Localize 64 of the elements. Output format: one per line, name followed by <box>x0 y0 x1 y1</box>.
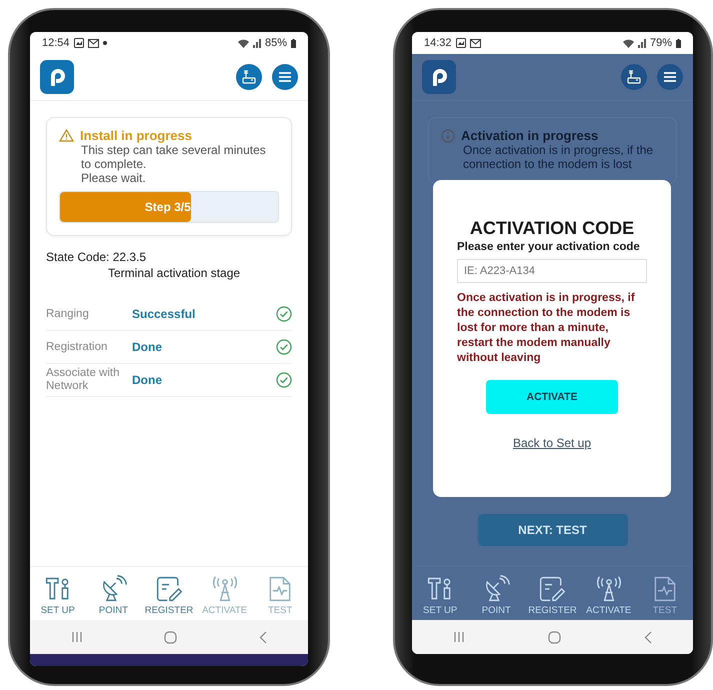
alert-note: Please wait. <box>80 171 147 185</box>
battery-level: 85% <box>264 37 287 49</box>
image-icon <box>456 38 466 48</box>
nav-tab[interactable]: SET UP <box>412 575 468 616</box>
back-link[interactable]: Back to Set up <box>512 436 592 450</box>
progress-label: Step 3/5 <box>144 200 191 214</box>
battery-level: 79% <box>650 37 672 49</box>
step-status: Successful <box>132 307 196 321</box>
router-icon <box>241 69 257 85</box>
alert-title: Install in progress <box>80 128 192 143</box>
menu-icon <box>279 72 291 82</box>
alert-message: This step can take several minutes to complete. <box>80 143 267 171</box>
status-time: 14:32 <box>424 37 452 49</box>
mail-icon <box>470 38 481 48</box>
state-code: State Code: 22.3.5 <box>46 250 148 264</box>
warning-message: Once activation is in progress, if the connection to the modem is lost for more than a minute, restart the modem manually without leaving <box>457 291 636 366</box>
status-time: 12:54 <box>42 37 70 49</box>
battery-icon <box>291 38 296 48</box>
nav-tab[interactable]: POINT <box>86 575 142 616</box>
antenna-tower-icon <box>594 575 623 603</box>
step-label: Ranging <box>46 308 90 320</box>
modem-button[interactable] <box>236 64 262 90</box>
nav-tab[interactable]: SET UP <box>30 575 86 616</box>
info-icon <box>441 128 455 142</box>
home-icon[interactable] <box>164 630 178 644</box>
next-button[interactable]: NEXT: TEST <box>478 514 628 546</box>
wifi-icon <box>622 38 634 48</box>
wifi-icon <box>238 38 249 48</box>
mail-icon <box>88 38 99 48</box>
recent-apps-icon[interactable] <box>453 631 466 643</box>
antenna-tower-icon <box>210 575 239 603</box>
menu-button[interactable] <box>657 64 683 90</box>
battery-icon <box>676 38 681 48</box>
step-status: Done <box>132 340 163 354</box>
back-icon[interactable] <box>644 630 652 644</box>
home-icon[interactable] <box>548 630 561 644</box>
nav-tab[interactable]: POINT <box>468 575 524 616</box>
signal-icon <box>252 38 261 48</box>
step-label: Registration <box>46 340 108 354</box>
menu-button[interactable] <box>272 64 298 90</box>
nav-tab[interactable]: REGISTER <box>141 575 197 616</box>
dialog-title: ACTIVATION CODE <box>468 218 636 239</box>
menu-icon <box>664 72 676 82</box>
activation-code-field[interactable]: IE: A223-A134 <box>457 259 647 283</box>
app-logo[interactable] <box>40 60 74 94</box>
alert-message: Once activation is in progress, if the connection to the modem is lost <box>462 143 654 171</box>
edit-document-icon <box>154 575 183 603</box>
modem-button[interactable] <box>621 64 647 90</box>
nav-tab[interactable]: REGISTER <box>524 575 581 616</box>
image-icon <box>74 38 84 48</box>
activate-button[interactable]: ACTIVATE <box>486 380 618 414</box>
step-status: Done <box>132 373 163 387</box>
back-icon[interactable] <box>259 630 268 644</box>
signal-icon <box>638 38 646 48</box>
stage-label: Terminal activation stage <box>107 266 242 280</box>
step-label: Associate with Network <box>46 367 121 393</box>
recent-apps-icon[interactable] <box>70 631 83 643</box>
field-label: Please enter your activation code <box>457 241 641 253</box>
router-icon <box>626 69 642 85</box>
alert-title: Activation in progress <box>461 128 598 143</box>
warning-icon <box>59 129 74 142</box>
edit-document-icon <box>538 575 566 603</box>
nav-tab[interactable]: ACTIVATE <box>580 575 637 616</box>
app-logo[interactable] <box>422 60 456 94</box>
